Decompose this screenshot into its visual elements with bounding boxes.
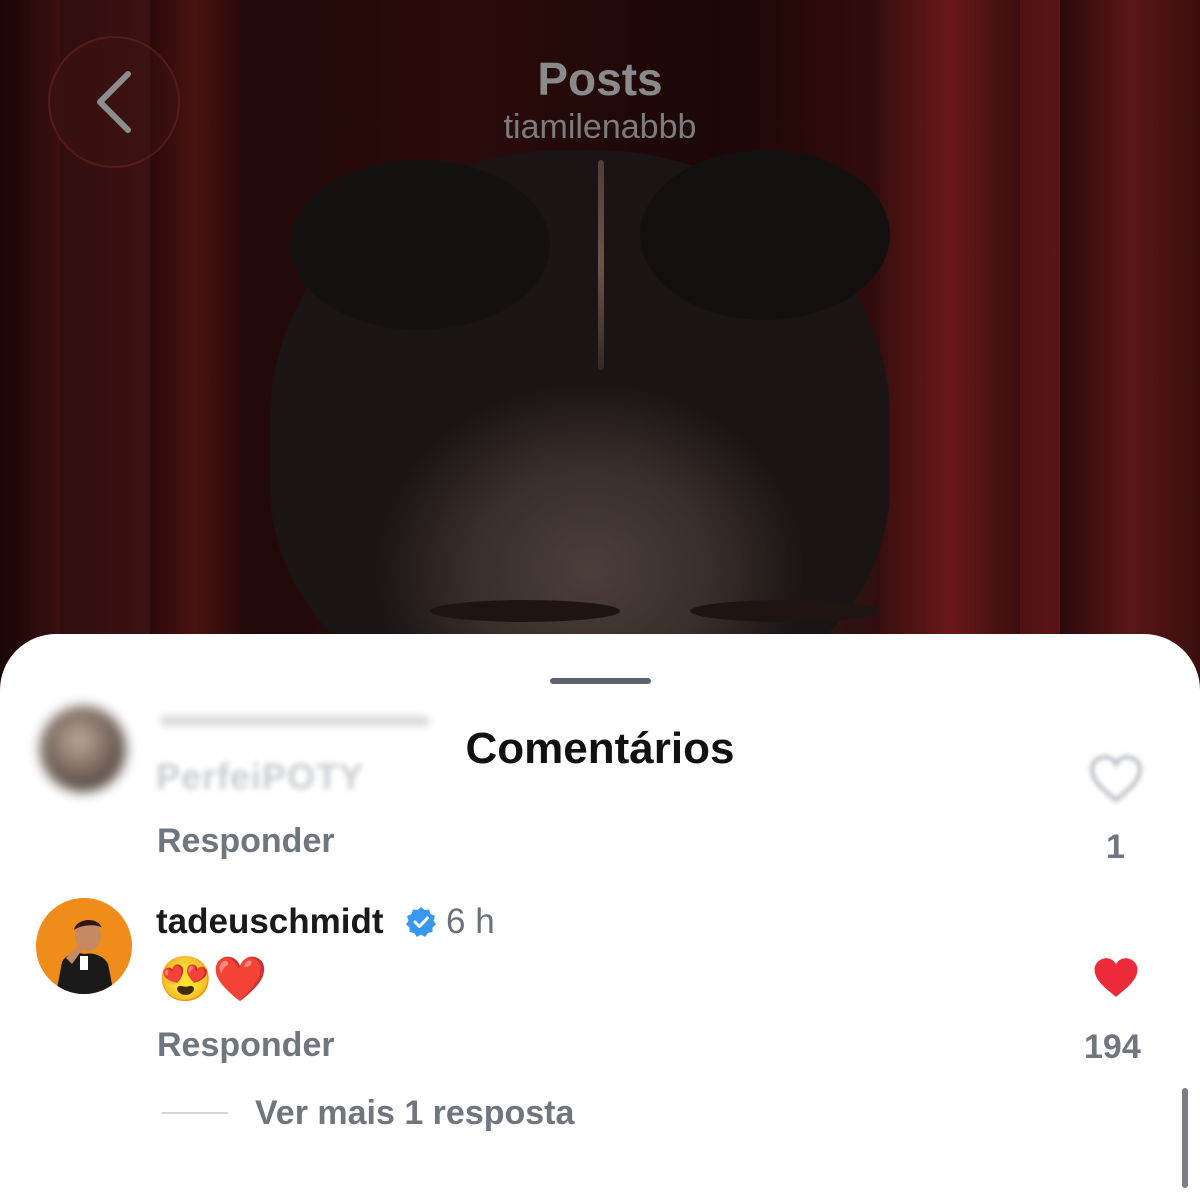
like-count: 194 xyxy=(1084,1028,1141,1066)
page-title: Posts xyxy=(537,53,663,105)
view-more-replies-button[interactable]: Ver mais 1 resposta xyxy=(255,1094,574,1133)
comment-username[interactable]: tadeuschmidt xyxy=(156,902,384,942)
account-handle: tiamilenabbb xyxy=(503,108,697,146)
divider xyxy=(162,1112,228,1114)
heart-filled-icon[interactable] xyxy=(1092,956,1140,1005)
comments-sheet: PerfeiPOTY Comentários Responder 1 tadeu… xyxy=(0,634,1200,1194)
sheet-title: Comentários xyxy=(465,724,735,773)
scrollbar[interactable] xyxy=(1182,1088,1188,1188)
reply-button[interactable]: Responder xyxy=(157,1026,335,1065)
avatar[interactable] xyxy=(36,898,132,994)
comment-text: 😍❤️ xyxy=(158,955,268,1004)
reply-button[interactable]: Responder xyxy=(157,822,335,861)
comment-timestamp: 6 h xyxy=(446,902,495,941)
like-count: 1 xyxy=(1106,828,1125,866)
sheet-grabber[interactable] xyxy=(550,678,651,684)
verified-badge-icon xyxy=(405,906,437,943)
